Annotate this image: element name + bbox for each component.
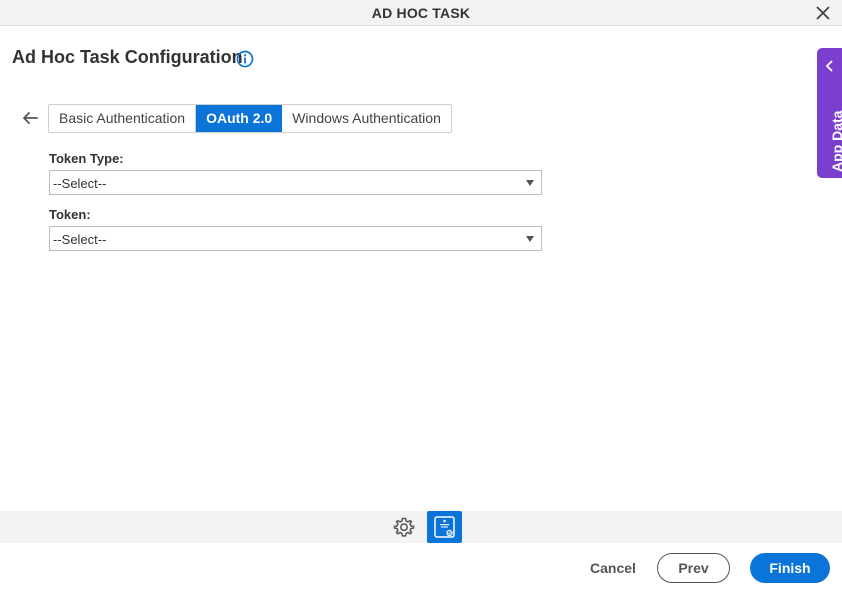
info-icon[interactable] — [236, 50, 254, 68]
tab-windows-authentication[interactable]: Windows Authentication — [282, 105, 451, 132]
tab-oauth-2-0[interactable]: OAuth 2.0 — [195, 105, 283, 132]
bottom-toolbar — [0, 511, 842, 543]
gear-icon[interactable] — [393, 516, 415, 538]
page-title: Ad Hoc Task Configuration — [12, 47, 243, 67]
dropdown-caret-icon — [526, 236, 534, 242]
app-data-panel-toggle[interactable]: App Data — [817, 48, 842, 178]
back-arrow-icon[interactable] — [20, 109, 40, 127]
prev-button[interactable]: Prev — [657, 553, 730, 583]
token-type-value: --Select-- — [53, 176, 107, 191]
workflow-designer-button[interactable] — [427, 511, 462, 543]
app-data-label: App Data — [829, 110, 842, 172]
token-select[interactable]: --Select-- — [49, 226, 542, 251]
chevron-left-icon — [825, 60, 833, 72]
window-title: AD HOC TASK — [371, 5, 471, 21]
dropdown-caret-icon — [526, 180, 534, 186]
finish-button[interactable]: Finish — [750, 553, 830, 583]
cancel-button[interactable]: Cancel — [590, 560, 636, 576]
workflow-designer-icon — [434, 516, 455, 538]
title-bar: AD HOC TASK — [0, 0, 842, 26]
auth-tabs: Basic Authentication OAuth 2.0 Windows A… — [48, 104, 452, 133]
token-label: Token: — [49, 207, 91, 222]
token-type-select[interactable]: --Select-- — [49, 170, 542, 195]
token-type-label: Token Type: — [49, 151, 124, 166]
tab-basic-authentication[interactable]: Basic Authentication — [49, 105, 195, 132]
close-icon[interactable] — [814, 4, 832, 22]
token-value: --Select-- — [53, 232, 107, 247]
